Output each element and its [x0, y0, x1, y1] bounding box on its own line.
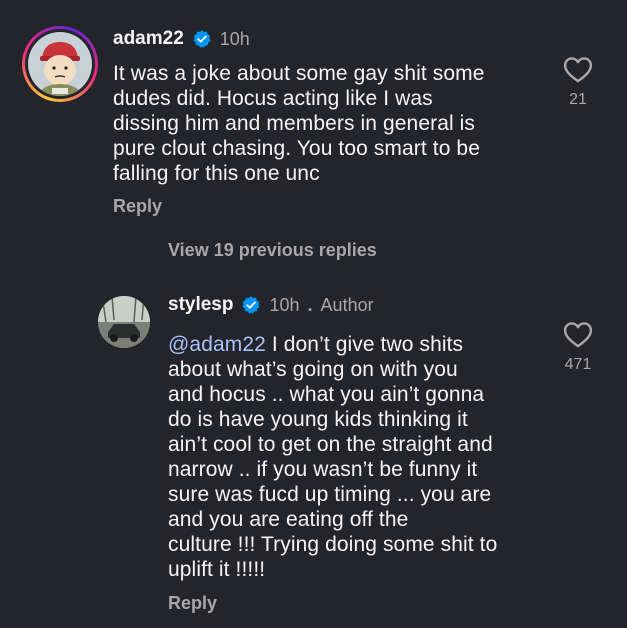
comment-line: pure clout chasing. You too smart to be [113, 137, 480, 160]
like-count: 21 [569, 91, 587, 108]
like-count: 471 [564, 356, 592, 373]
comment-line: falling for this one unc [113, 162, 320, 185]
timestamp: 10h [269, 294, 300, 315]
avatar-cartoon-image [28, 32, 92, 96]
comment-line: about what’s going on with you [168, 358, 458, 381]
mention-link[interactable]: @adam22 [168, 333, 266, 356]
comment-line: sure was fucd up timing ... you are [168, 483, 492, 506]
adam22-comment-text: It was a joke about some gay shit some d… [113, 61, 543, 186]
heart-icon[interactable] [563, 321, 593, 348]
comment-line: dissing him and members in general is [113, 112, 476, 135]
stylesp-comment-text: @adam22 I don’t give two shits about wha… [168, 332, 548, 582]
comment-line: culture !!! Trying doing some shit to [168, 533, 498, 556]
username[interactable]: adam22 [113, 28, 184, 50]
comment-line-rest: I don’t give two shits [265, 333, 464, 356]
username[interactable]: stylesp [168, 294, 233, 316]
comment-line: and hocus .. what you ain’t gonna [168, 383, 485, 406]
avatar-photo-image [98, 296, 150, 348]
view-previous-replies-link[interactable]: View 19 previous replies [168, 240, 377, 261]
comment-line: @adam22 I don’t give two shits [168, 332, 548, 357]
stylesp-header: stylesp 10h . Author [168, 294, 374, 316]
comment-line: ain’t cool to get on the straight and [168, 433, 493, 456]
comment-line: do is have young kids thinking it [168, 408, 468, 431]
comment-line: and you are eating off the [168, 508, 409, 531]
verified-badge-icon [193, 30, 211, 48]
like-button[interactable]: 21 [558, 56, 598, 109]
author-badge: Author [320, 294, 374, 315]
verified-badge-icon [242, 296, 261, 314]
heart-icon[interactable] [563, 56, 593, 83]
comment-line: narrow .. if you wasn’t be funny it [168, 458, 478, 481]
reply-button[interactable]: Reply [168, 593, 217, 614]
comments-screen: adam22 10h It was a joke about some gay … [0, 0, 627, 628]
adam22-header: adam22 10h [113, 28, 250, 50]
comment-line: It was a joke about some gay shit some [113, 62, 485, 85]
stylesp-avatar[interactable] [98, 296, 150, 348]
like-button[interactable]: 471 [558, 321, 598, 374]
reply-button[interactable]: Reply [113, 196, 162, 217]
adam22-avatar[interactable] [28, 32, 92, 96]
separator-dot: . [307, 294, 313, 315]
timestamp: 10h [219, 28, 250, 49]
comment-line: uplift it !!!!! [168, 558, 266, 581]
comment-line: dudes did. Hocus acting like I was [113, 87, 433, 110]
